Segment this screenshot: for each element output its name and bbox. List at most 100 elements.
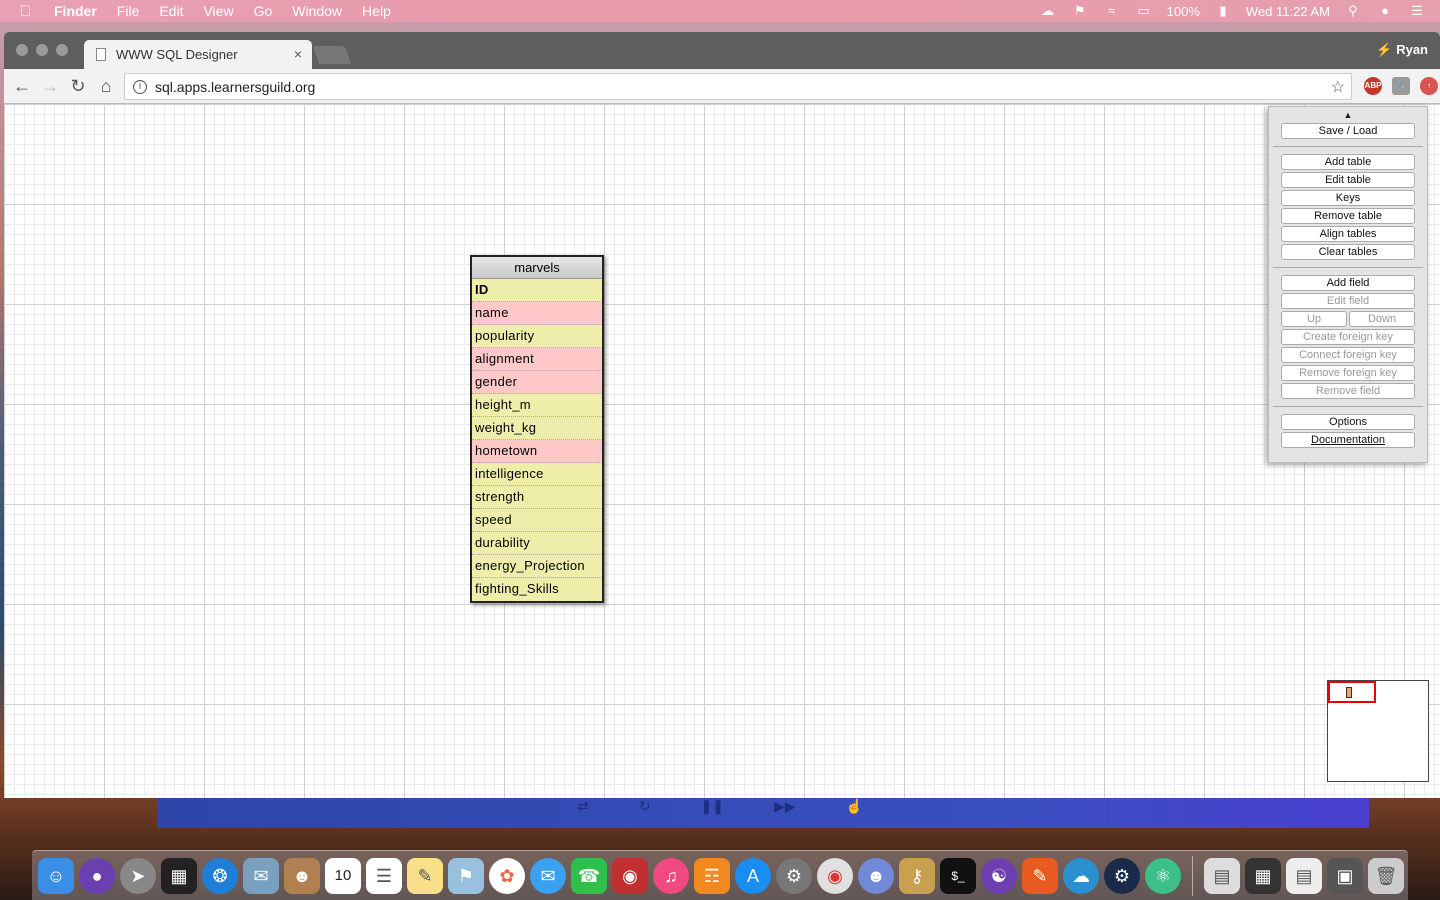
url-text[interactable]: sql.apps.learnersguild.org <box>155 79 315 95</box>
ibooks-icon[interactable]: ☶ <box>694 857 730 894</box>
document-icon[interactable]: ▤ <box>1204 857 1240 894</box>
keychain-icon[interactable]: ⚷ <box>899 857 935 894</box>
battery-icon[interactable]: ▮ <box>1214 4 1232 18</box>
sql-table-marvels[interactable]: marvels ID name popularity alignment gender h… <box>470 255 604 603</box>
collapse-arrow-icon[interactable]: ▲ <box>1269 109 1427 121</box>
app-store-icon[interactable]: A <box>735 857 771 894</box>
table-field-energy_projection[interactable]: energy_Projection <box>472 555 602 578</box>
siri-icon[interactable]: ● <box>1376 4 1394 18</box>
table-field-id[interactable]: ID <box>472 279 602 302</box>
menu-edit[interactable]: Edit <box>159 3 183 19</box>
table-field-weight_kg[interactable]: weight_kg <box>472 417 602 440</box>
table-field-intelligence[interactable]: intelligence <box>472 463 602 486</box>
tab-close-icon[interactable]: × <box>294 46 302 62</box>
launchpad-icon[interactable]: ➤ <box>120 857 156 894</box>
extension-icon[interactable]: ↑ <box>1420 77 1438 95</box>
apple-menu-icon[interactable]:  <box>20 3 40 20</box>
profile-button[interactable]: ⚡ Ryan <box>1376 42 1428 58</box>
battery-percent[interactable]: 100% <box>1167 4 1200 19</box>
terminal-icon[interactable]: $_ <box>940 857 976 894</box>
notification-center-icon[interactable]: ☰ <box>1408 4 1426 18</box>
table-field-hometown[interactable]: hometown <box>472 440 602 463</box>
minimap[interactable] <box>1327 680 1429 782</box>
pause-icon[interactable]: ❚❚ <box>700 798 723 815</box>
clock[interactable]: Wed 11:22 AM <box>1246 4 1330 19</box>
new-tab-button[interactable] <box>312 46 352 64</box>
connect-foreign-key-button[interactable]: Connect foreign key <box>1281 347 1415 363</box>
home-icon[interactable]: ⌂ <box>92 76 120 97</box>
table-field-height_m[interactable]: height_m <box>472 394 602 417</box>
cloud-icon[interactable]: ☁ <box>1039 4 1057 18</box>
save-load-button[interactable]: Save / Load <box>1281 123 1415 139</box>
airplay-icon[interactable]: ▭ <box>1135 4 1153 18</box>
contacts-icon[interactable]: ☻ <box>284 857 320 894</box>
tab-sql-designer[interactable]: WWW SQL Designer × <box>84 40 312 69</box>
menu-view[interactable]: View <box>203 3 233 19</box>
table-field-gender[interactable]: gender <box>472 371 602 394</box>
remove-foreign-key-button[interactable]: Remove foreign key <box>1281 365 1415 381</box>
edit-field-button[interactable]: Edit field <box>1281 293 1415 309</box>
designer-canvas[interactable]: marvels ID name popularity alignment gender h… <box>4 104 1440 798</box>
options-button[interactable]: Options <box>1281 414 1415 430</box>
system-preferences-icon[interactable]: ⚙ <box>776 857 812 894</box>
down-button[interactable]: Down <box>1349 311 1415 327</box>
wifi-icon[interactable]: ≈ <box>1103 4 1121 18</box>
remove-table-button[interactable]: Remove table <box>1281 208 1415 224</box>
thumbs-up-icon[interactable]: ☝ <box>845 798 862 815</box>
notes-icon[interactable]: ✎ <box>407 857 443 894</box>
facetime-icon[interactable]: ☎ <box>571 857 607 894</box>
reload-icon[interactable]: ↻ <box>64 76 92 97</box>
skip-forward-icon[interactable]: ▶▶ <box>774 798 796 815</box>
sublime-icon[interactable]: ✎ <box>1022 857 1058 894</box>
align-tables-button[interactable]: Align tables <box>1281 226 1415 242</box>
forward-arrow-icon[interactable]: → <box>36 76 64 97</box>
table-field-fighting_skills[interactable]: fighting_Skills <box>472 578 602 601</box>
menu-help[interactable]: Help <box>362 3 391 19</box>
mail-icon[interactable]: ✉ <box>243 857 279 894</box>
downloads-icon[interactable]: ▤ <box>1286 857 1322 894</box>
table-field-alignment[interactable]: alignment <box>472 348 602 371</box>
clear-tables-button[interactable]: Clear tables <box>1281 244 1415 260</box>
add-table-button[interactable]: Add table <box>1281 154 1415 170</box>
trash-icon[interactable]: 🗑 <box>1368 857 1404 894</box>
remove-field-button[interactable]: Remove field <box>1281 383 1415 399</box>
edit-table-button[interactable]: Edit table <box>1281 172 1415 188</box>
mission-control-icon[interactable]: ▦ <box>161 857 197 894</box>
search-icon[interactable]: ⚲ <box>1344 4 1362 18</box>
info-icon[interactable]: i <box>133 79 147 94</box>
photo-booth-icon[interactable]: ◉ <box>612 857 648 894</box>
menu-go[interactable]: Go <box>254 3 273 19</box>
table-field-strength[interactable]: strength <box>472 486 602 509</box>
address-bar[interactable]: i sql.apps.learnersguild.org ☆ <box>124 73 1352 100</box>
add-field-button[interactable]: Add field <box>1281 275 1415 291</box>
table-field-speed[interactable]: speed <box>472 509 602 532</box>
menu-window[interactable]: Window <box>292 3 342 19</box>
photos-icon[interactable]: ✿ <box>489 857 525 894</box>
itunes-icon[interactable]: ♫ <box>653 857 689 894</box>
tableplus-icon[interactable]: ☁ <box>1063 857 1099 894</box>
github-icon[interactable]: ☯ <box>981 857 1017 894</box>
menu-finder[interactable]: Finder <box>54 3 97 19</box>
wrench-icon[interactable]: 🔧 <box>1392 77 1410 95</box>
safari-icon[interactable]: ❂ <box>202 857 238 894</box>
calendar-icon[interactable]: 10 <box>325 857 361 894</box>
discord-icon[interactable]: ☻ <box>858 857 894 894</box>
table-field-name[interactable]: name <box>472 302 602 325</box>
adblock-icon[interactable]: ABP <box>1364 77 1382 95</box>
shuffle-icon[interactable]: ⇄ <box>577 798 589 815</box>
menu-file[interactable]: File <box>117 3 140 19</box>
up-button[interactable]: Up <box>1281 311 1347 327</box>
chrome-icon[interactable]: ◉ <box>817 857 853 894</box>
maps-icon[interactable]: ⚑ <box>448 857 484 894</box>
create-foreign-key-button[interactable]: Create foreign key <box>1281 329 1415 345</box>
close-window-button[interactable] <box>16 44 28 56</box>
table-title[interactable]: marvels <box>472 257 602 279</box>
messages-icon[interactable]: ✉ <box>530 857 566 894</box>
flag-icon[interactable]: ⚑ <box>1071 4 1089 18</box>
reminders-icon[interactable]: ☰ <box>366 857 402 894</box>
atom-icon[interactable]: ⚛ <box>1145 857 1181 894</box>
back-arrow-icon[interactable]: ← <box>8 76 36 97</box>
finder-icon[interactable]: ☺ <box>38 857 74 894</box>
minimize-window-button[interactable] <box>36 44 48 56</box>
minimap-viewport[interactable] <box>1328 681 1376 703</box>
